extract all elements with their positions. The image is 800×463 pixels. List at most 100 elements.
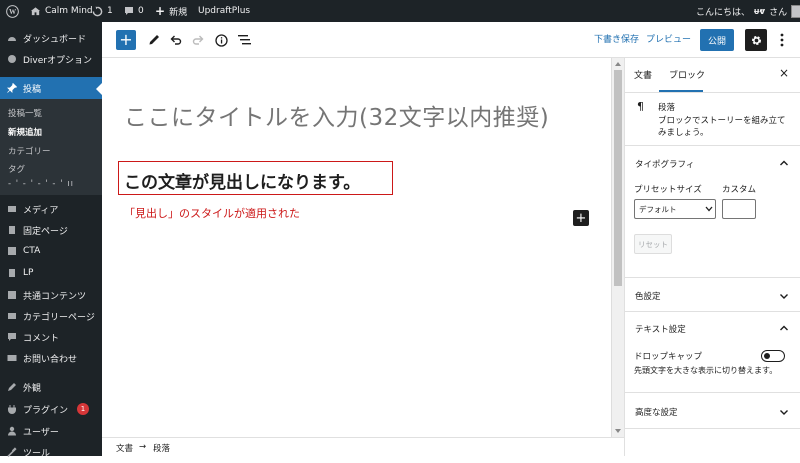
page-icon <box>7 225 17 235</box>
submenu-categories[interactable]: カテゴリー <box>8 145 51 157</box>
block-description-line2: みましょう。 <box>658 128 709 138</box>
sidebar-item-users[interactable]: ユーザー <box>0 420 102 442</box>
text-settings-divider <box>625 392 800 393</box>
sidebar-item-dashboard[interactable]: ダッシュボード <box>0 27 102 49</box>
pin-icon <box>7 83 17 93</box>
sidebar-item-diver[interactable]: Diverオプション <box>0 48 102 70</box>
custom-size-input[interactable] <box>722 199 756 219</box>
sidebar-item-tools[interactable]: ツール <box>0 441 102 463</box>
sidebar-item-cta[interactable]: CTA <box>0 240 102 262</box>
comments-link[interactable]: 0 <box>124 0 144 22</box>
reset-button[interactable]: リセット <box>634 234 672 254</box>
block-name: 段落 <box>658 103 676 113</box>
updates-icon <box>92 5 103 17</box>
sidebar-item-label: お問い合わせ <box>23 354 78 365</box>
preset-size-label: プリセットサイズ <box>634 185 702 195</box>
scroll-up-arrow-icon[interactable] <box>615 62 621 66</box>
pencil-icon <box>148 34 160 46</box>
preview-button[interactable]: プレビュー <box>646 32 691 45</box>
home-icon <box>30 6 41 16</box>
mail-icon <box>7 353 17 363</box>
edit-tool-button[interactable] <box>145 31 163 49</box>
chevron-up-icon[interactable] <box>779 158 789 168</box>
greeting-text: こんにちは、 <box>696 7 751 18</box>
color-panel-title[interactable]: 色設定 <box>635 290 661 302</box>
publish-button[interactable]: 公開 <box>700 29 734 51</box>
undo-button[interactable] <box>167 31 185 49</box>
diver-icon <box>7 54 17 64</box>
scrollbar-thumb[interactable] <box>614 70 622 286</box>
annotation-text: 「見出し」のスタイルが適用された <box>124 207 300 220</box>
submenu-all-posts[interactable]: 投稿一覧 <box>8 107 42 119</box>
sidebar-item-media[interactable]: メディア <box>0 198 102 220</box>
avatar <box>791 4 800 18</box>
breadcrumb-current[interactable]: 段落 <box>153 442 170 454</box>
block-inserter-button[interactable]: + <box>573 210 589 226</box>
submenu-blurred-item[interactable]: - ' - ' - ' - ' ıı <box>8 179 74 189</box>
content-icon <box>7 290 17 300</box>
canvas-scrollbar[interactable] <box>611 58 624 437</box>
typography-panel-title[interactable]: タイポグラフィ <box>635 158 694 170</box>
block-card-divider <box>625 145 800 146</box>
paragraph-icon: ¶ <box>637 100 644 113</box>
submenu-add-new[interactable]: 新規追加 <box>8 126 42 138</box>
posts-submenu: 投稿一覧 新規追加 カテゴリー タグ - ' - ' - ' - ' ıı <box>0 99 102 195</box>
scroll-down-arrow-icon[interactable] <box>615 429 621 433</box>
sidebar-item-label: メディア <box>23 205 59 216</box>
editor-canvas: ここにタイトルを入力(32文字以内推奨) この文章が見出しになります。 「見出し… <box>102 58 611 437</box>
post-title-input[interactable]: ここにタイトルを入力(32文字以内推奨) <box>124 98 549 132</box>
list-view-icon <box>237 34 251 46</box>
sidebar-item-common-content[interactable]: 共通コンテンツ <box>0 284 102 306</box>
outline-button[interactable] <box>235 31 253 49</box>
dropcap-toggle[interactable] <box>761 350 785 362</box>
settings-sidebar: 文書 ブロック × ¶ 段落 ブロックでストーリーを組み立て みましょう。 タイ… <box>624 58 800 456</box>
username: ᵾⱴ <box>754 6 766 17</box>
advanced-panel-title[interactable]: 高度な設定 <box>635 406 678 418</box>
preset-size-select[interactable]: デフォルト <box>634 199 716 219</box>
admin-bar: W Calm Mind 1 0 + 新規 UpdraftPlus こんにちは、 … <box>0 0 800 22</box>
color-divider <box>625 311 800 312</box>
updraftplus-link[interactable]: UpdraftPlus <box>198 0 250 22</box>
plugin-icon <box>7 404 17 414</box>
redo-icon <box>192 34 204 46</box>
sidebar-item-comments[interactable]: コメント <box>0 326 102 348</box>
media-icon <box>7 204 17 214</box>
my-account-link[interactable]: こんにちは、 ᵾⱴ さん <box>696 0 800 22</box>
admin-sidebar: ダッシュボード Diverオプション 投稿 投稿一覧 新規追加 カテゴリー タグ… <box>0 22 102 459</box>
comment-icon <box>7 332 17 342</box>
sidebar-item-label: 投稿 <box>23 84 42 95</box>
sidebar-item-label: 共通コンテンツ <box>23 291 87 302</box>
close-sidebar-button[interactable]: × <box>779 66 789 80</box>
sidebar-item-label: 固定ページ <box>23 226 68 237</box>
new-content-link[interactable]: + 新規 <box>155 0 187 22</box>
sidebar-item-category-page[interactable]: カテゴリーページ <box>0 305 102 327</box>
text-settings-panel-title[interactable]: テキスト設定 <box>635 323 686 335</box>
submenu-tags[interactable]: タグ <box>8 163 25 175</box>
settings-button[interactable] <box>745 29 767 51</box>
heading-block[interactable]: この文章が見出しになります。 <box>124 168 360 193</box>
details-button[interactable] <box>212 31 230 49</box>
chevron-down-icon[interactable] <box>779 291 789 301</box>
save-draft-button[interactable]: 下書き保存 <box>594 32 639 45</box>
sidebar-item-contact[interactable]: お問い合わせ <box>0 347 102 369</box>
chevron-down-icon[interactable] <box>779 407 789 417</box>
more-options-button[interactable] <box>775 31 789 49</box>
tab-document[interactable]: 文書 <box>634 68 652 81</box>
tab-block[interactable]: ブロック <box>669 68 705 81</box>
redo-button[interactable] <box>189 31 207 49</box>
sidebar-item-label: Diverオプション <box>23 55 92 66</box>
sidebar-item-plugins[interactable]: プラグイン 1 <box>0 398 102 420</box>
sidebar-item-appearance[interactable]: 外観 <box>0 376 102 398</box>
add-block-button[interactable]: + <box>116 30 136 50</box>
site-name-link[interactable]: Calm Mind <box>30 0 93 22</box>
updates-link[interactable]: 1 <box>92 0 113 22</box>
sidebar-item-label: ダッシュボード <box>23 34 87 45</box>
wordpress-logo-icon[interactable]: W <box>6 0 19 22</box>
sidebar-item-posts[interactable]: 投稿 <box>0 77 102 99</box>
chevron-up-icon[interactable] <box>779 323 789 333</box>
appearance-icon <box>7 382 17 392</box>
editor-toolbar: + 下書き保存 プレビュー 公開 <box>102 22 800 58</box>
sidebar-item-lp[interactable]: LP <box>0 262 102 284</box>
breadcrumb-root[interactable]: 文書 <box>116 442 133 454</box>
sidebar-item-pages[interactable]: 固定ページ <box>0 219 102 241</box>
